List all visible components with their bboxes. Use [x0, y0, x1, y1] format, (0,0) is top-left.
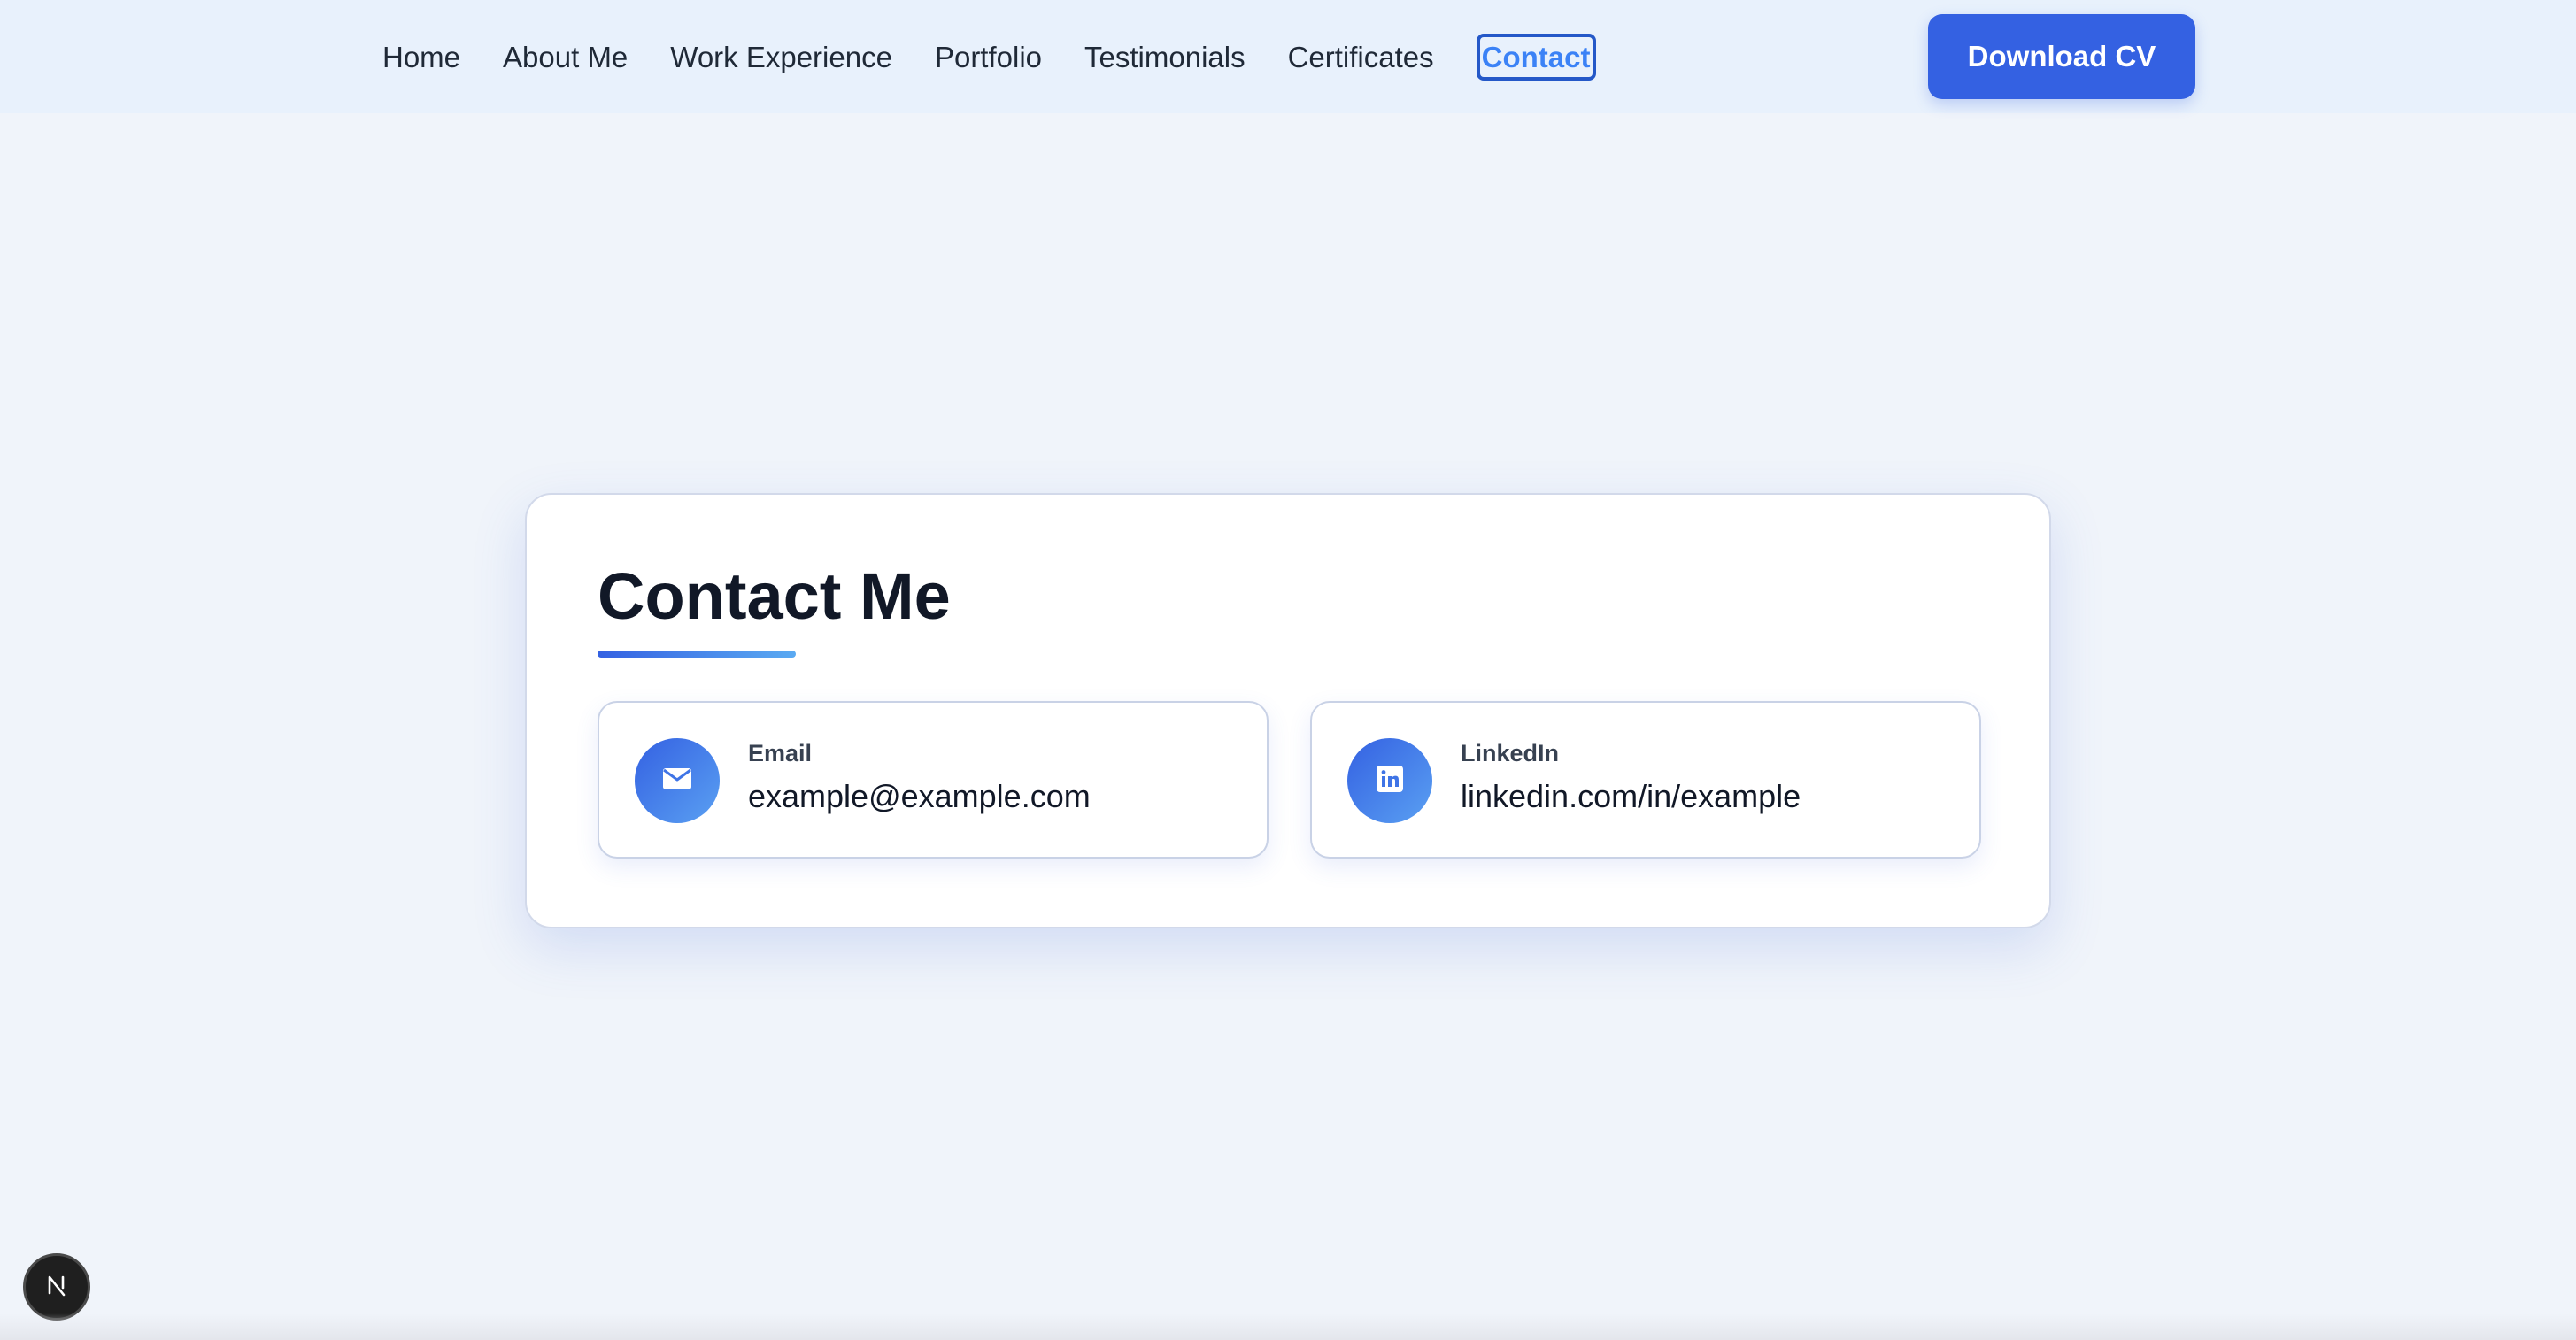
title-underline: [598, 651, 796, 658]
nav-link-about-me[interactable]: About Me: [503, 42, 628, 72]
navbar: Home About Me Work Experience Portfolio …: [0, 0, 2576, 113]
email-contact-item[interactable]: Email example@example.com: [598, 701, 1269, 859]
nextjs-dev-badge[interactable]: [23, 1253, 90, 1321]
linkedin-value[interactable]: linkedin.com/in/example: [1461, 781, 1801, 812]
nav-link-work-experience[interactable]: Work Experience: [670, 42, 892, 72]
linkedin-label: LinkedIn: [1461, 740, 1560, 766]
nextjs-icon: [42, 1271, 71, 1304]
nav-links: Home About Me Work Experience Portfolio …: [382, 0, 1596, 113]
envelope-icon: [663, 767, 691, 794]
bottom-fade: [0, 1313, 2576, 1340]
email-value[interactable]: example@example.com: [748, 781, 1091, 812]
download-cv-button[interactable]: Download CV: [1928, 14, 2195, 99]
nav-link-certificates[interactable]: Certificates: [1288, 42, 1434, 72]
email-label: Email: [748, 740, 813, 766]
contact-card: Contact Me Email example@example.com Lin…: [525, 493, 2051, 928]
nav-link-portfolio[interactable]: Portfolio: [935, 42, 1042, 72]
page: Home About Me Work Experience Portfolio …: [0, 0, 2576, 1340]
nav-link-testimonials[interactable]: Testimonials: [1084, 42, 1246, 72]
nav-link-contact[interactable]: Contact: [1476, 33, 1596, 81]
linkedin-contact-item[interactable]: LinkedIn linkedin.com/in/example: [1310, 701, 1981, 859]
contact-title: Contact Me: [598, 559, 951, 633]
email-icon-circle: [635, 738, 720, 823]
linkedin-icon: [1377, 765, 1403, 797]
linkedin-icon-circle: [1347, 738, 1432, 823]
nav-link-home[interactable]: Home: [382, 42, 460, 72]
